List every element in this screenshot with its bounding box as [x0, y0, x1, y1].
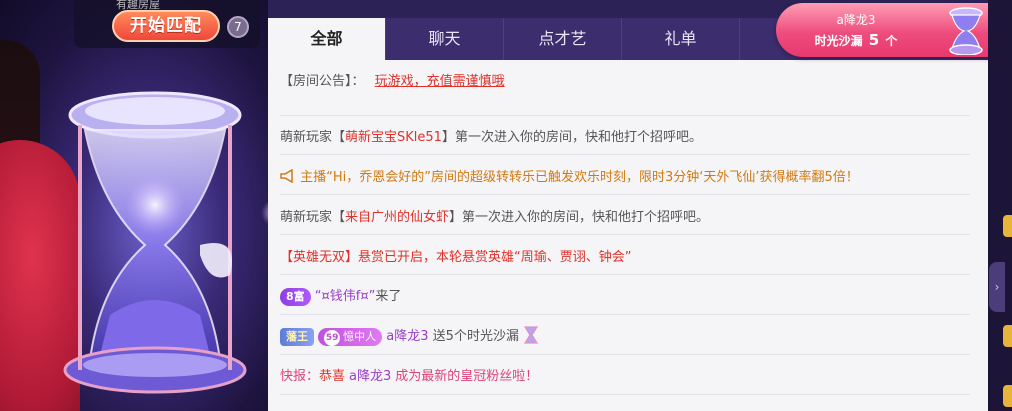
divider — [280, 154, 970, 155]
user-name[interactable]: a降龙3 — [349, 369, 391, 384]
tab-gift-list[interactable]: 礼单 — [622, 18, 740, 60]
chat-message: 萌新玩家【萌新宝宝SKle51】第一次进入你的房间，快和他打个招呼吧。 — [280, 130, 702, 145]
live-video-area: 有趣房屋 开始匹配 7 — [0, 0, 268, 411]
divider — [280, 314, 970, 315]
chat-feed: 【房间公告】： 玩游戏，充值需谨慎哦 萌新玩家【萌新宝宝SKle51】第一次进入… — [268, 60, 988, 411]
chat-message: 藩王 59 憶中人 a降龙3 送5个时光沙漏 — [280, 325, 970, 346]
side-gift-icon[interactable] — [1003, 215, 1012, 237]
tab-chat[interactable]: 聊天 — [386, 18, 504, 60]
side-gift-icon[interactable] — [1003, 325, 1012, 347]
chat-message: 8富 “¤钱伟f¤”来了 — [280, 285, 970, 306]
hourglass-gift-animation — [63, 91, 268, 394]
divider — [280, 274, 970, 275]
announcement-link[interactable]: 玩游戏，充值需谨慎哦 — [375, 74, 505, 89]
king-badge: 藩王 — [280, 327, 314, 346]
announcement: 【房间公告】： 玩游戏，充值需谨慎哦 — [280, 70, 970, 89]
match-count-badge: 7 — [227, 16, 249, 38]
divider — [280, 115, 970, 116]
tab-talent[interactable]: 点才艺 — [504, 18, 622, 60]
divider — [280, 194, 970, 195]
gift-notice-banner[interactable]: a降龙3 时光沙漏 5 个 — [776, 3, 1002, 57]
announcement-label: 【房间公告】： — [280, 74, 365, 89]
user-name[interactable]: a降龙3 — [386, 329, 428, 344]
side-rail — [988, 0, 1012, 411]
divider — [280, 354, 970, 355]
user-name[interactable]: 来自广州的仙女虾 — [345, 210, 449, 225]
chat-message: 快报：恭喜 a降龙3 成为最新的皇冠粉丝啦！ — [280, 369, 539, 384]
chat-message: 【英雄无双】悬赏已开启，本轮悬赏英雄“周瑜、贾诩、钟会” — [280, 250, 632, 265]
chevron-right-icon[interactable]: › — [989, 262, 1005, 312]
fan-badge: 59 憶中人 — [318, 327, 383, 346]
gift-sender: a降龙3 — [836, 13, 876, 27]
start-match-button[interactable]: 开始匹配 — [112, 10, 220, 42]
megaphone-icon — [280, 168, 300, 185]
side-gift-icon[interactable] — [1003, 385, 1012, 407]
chat-message: 主播“Hi，乔恩会好的”房间的超级转转乐已触发欢乐时刻，限时3分钟‘天外飞仙’获… — [280, 166, 970, 185]
divider — [280, 394, 970, 395]
chat-message: 萌新玩家【来自广州的仙女虾】第一次进入你的房间，快和他打个招呼吧。 — [280, 210, 710, 225]
tab-all[interactable]: 全部 — [268, 18, 386, 60]
divider — [280, 234, 970, 235]
hourglass-icon — [949, 7, 983, 55]
hourglass-gift-icon — [523, 326, 539, 344]
rich-level-badge: 8富 — [280, 287, 311, 306]
user-name[interactable]: 萌新宝宝SKle51 — [345, 130, 442, 145]
gift-summary: 时光沙漏 5 个 — [814, 31, 898, 49]
chat-panel: 全部 聊天 点才艺 礼单 【房间公告】： 玩游戏，充值需谨慎哦 萌新玩家【萌新宝… — [268, 0, 988, 411]
user-name[interactable]: “¤钱伟f¤” — [315, 289, 376, 304]
